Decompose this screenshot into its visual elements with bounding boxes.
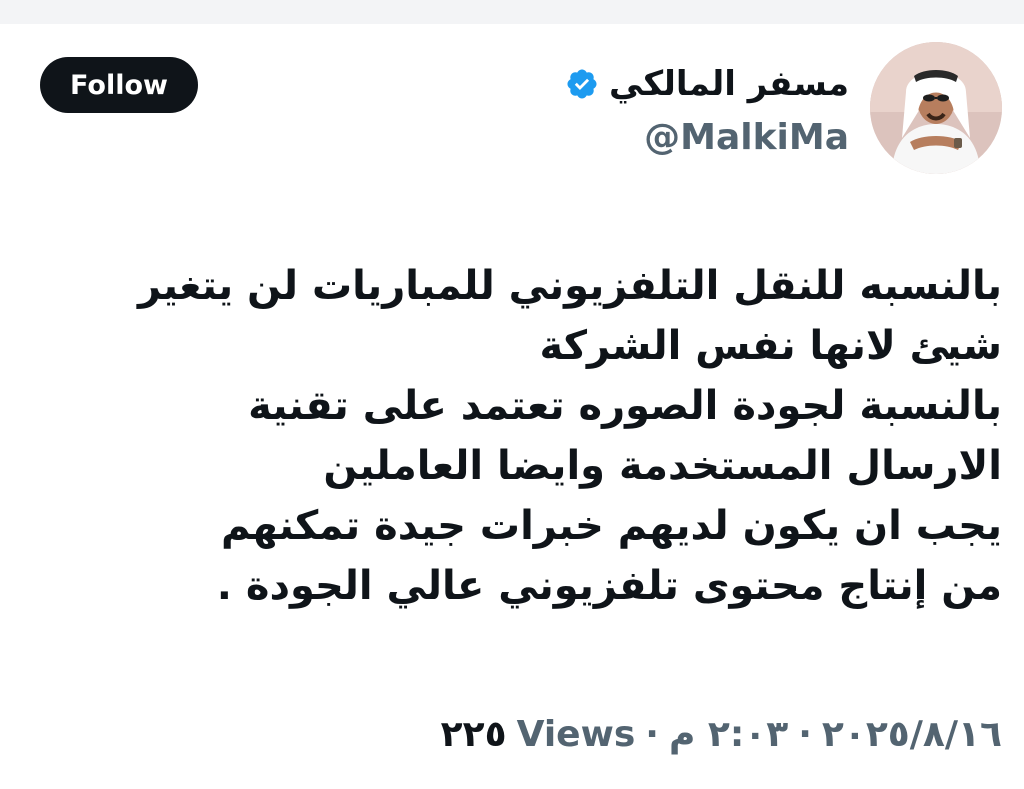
author-name-row[interactable]: مسفر المالكي [565, 62, 849, 106]
tweet-line: من إنتاج محتوى تلفزيوني عالي الجودة . [216, 563, 1002, 609]
author-handle[interactable]: @MalkiMa [644, 116, 849, 160]
tweet-text: بالنسبه للنقل التلفزيوني للمباريات لن يت… [30, 256, 1002, 616]
tweet-time[interactable]: ٢:٠٣ م [669, 714, 788, 755]
views-label: Views [516, 714, 636, 755]
separator-dot: · [645, 714, 659, 755]
tweet-line: يجب ان يكون لديهم خبرات جيدة تمكنهم [220, 503, 1002, 549]
tweet-line: بالنسبة لجودة الصوره تعتمد على تقنية [248, 383, 1002, 429]
views-count: ٢٢٥ [440, 714, 507, 755]
author-display-name[interactable]: مسفر المالكي [609, 62, 849, 106]
tweet-line: شيئ لانها نفس الشركة [539, 323, 1002, 369]
verified-badge-icon [567, 69, 597, 99]
tweet-line: بالنسبه للنقل التلفزيوني للمباريات لن يت… [137, 263, 1002, 309]
author-avatar[interactable] [870, 42, 1002, 174]
avatar-image [870, 42, 1002, 174]
follow-button[interactable]: Follow [40, 57, 198, 113]
tweet-card: Follow مسفر المالكي @MalkiMa بالنسبه للن… [0, 24, 1024, 789]
separator-dot: · [798, 714, 812, 755]
tweet-date[interactable]: ٢٠٢٥/٨/١٦ [822, 714, 1002, 755]
top-strip [0, 0, 1024, 24]
tweet-metadata: ٢٠٢٥/٨/١٦ · ٢:٠٣ م · Views ٢٢٥ [441, 714, 1002, 755]
tweet-line: الارسال المستخدمة وايضا العاملين [323, 443, 1002, 489]
